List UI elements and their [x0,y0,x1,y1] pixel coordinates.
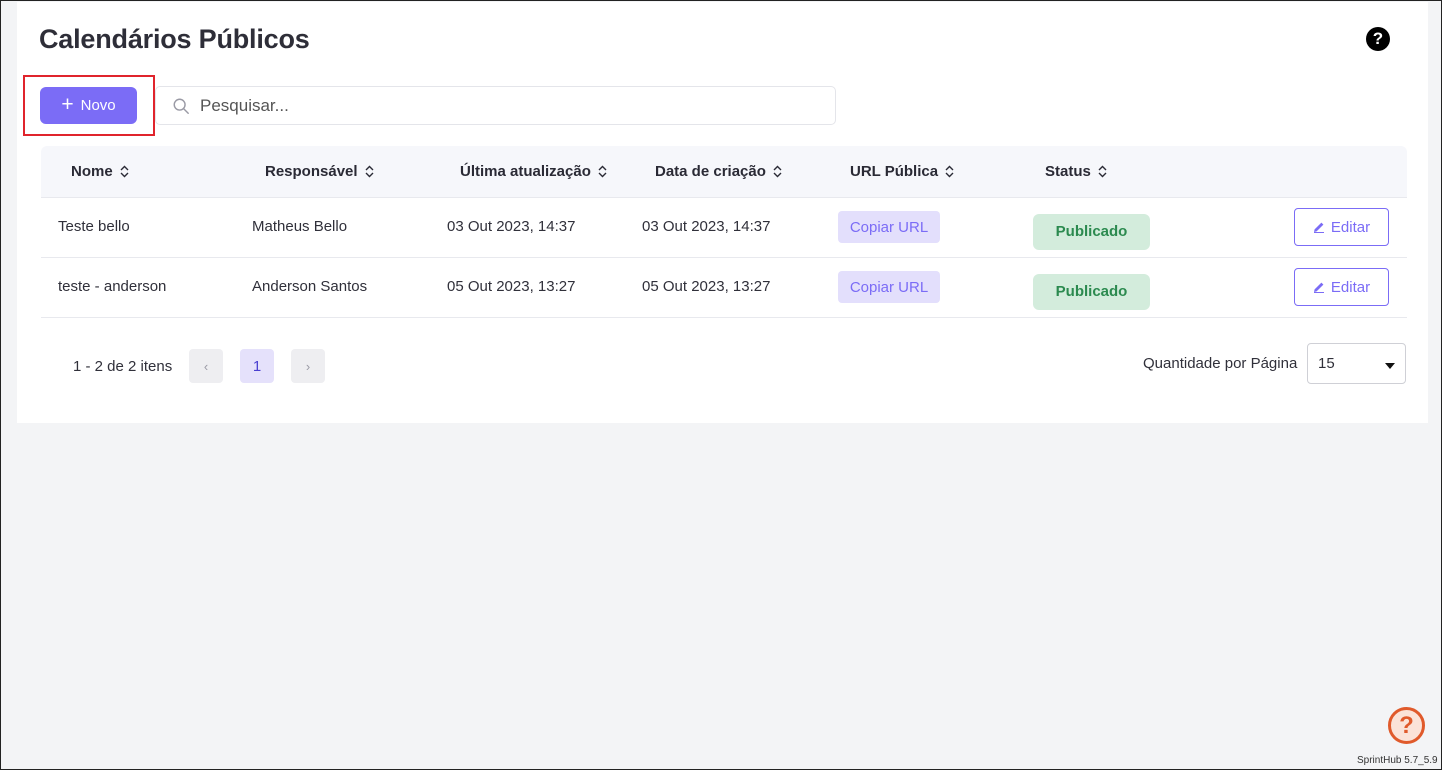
column-label: Responsável [265,163,358,180]
column-header-responsavel[interactable]: Responsável [265,163,375,180]
edit-button[interactable]: Editar [1294,208,1389,246]
column-header-url-publica[interactable]: URL Pública [850,163,955,180]
column-label: Data de criação [655,163,766,180]
page-size-select[interactable]: 15 [1307,343,1406,384]
help-fab-icon[interactable]: ? [1388,707,1425,744]
edit-button[interactable]: Editar [1294,268,1389,306]
sort-icon [945,165,954,178]
table-header: Nome Responsável Última atualização Data… [41,146,1407,198]
sort-icon [365,165,374,178]
chevron-down-icon [1385,363,1395,369]
sort-icon [773,165,782,178]
page-title: Calendários Públicos [39,24,310,54]
new-button-label: Novo [80,97,116,114]
plus-icon: + [61,93,74,116]
sort-icon [1098,165,1107,178]
edit-button-label: Editar [1330,278,1371,296]
pencil-icon [1313,282,1324,293]
sort-icon [598,165,607,178]
version-label: SprintHub 5.7_5.9 [1357,755,1438,766]
prev-page-button[interactable]: ‹ [189,349,223,383]
cell-nome: Teste bello [58,218,130,235]
copy-url-button[interactable]: Copiar URL [838,211,940,243]
column-label: Última atualização [460,163,591,180]
pencil-icon [1313,222,1324,233]
cell-responsavel: Anderson Santos [252,278,368,295]
edit-button-label: Editar [1330,218,1371,236]
cell-responsavel: Matheus Bello [252,218,348,235]
cell-ultima-atualizacao: 03 Out 2023, 14:37 [447,218,576,235]
cell-data-criacao: 05 Out 2023, 13:27 [642,278,771,295]
status-badge: Publicado [1033,274,1150,310]
help-icon[interactable]: ? [1366,27,1390,51]
status-badge: Publicado [1033,214,1150,250]
calendars-table: Nome Responsável Última atualização Data… [41,146,1407,318]
cell-nome: teste - anderson [58,278,167,295]
main-panel: Calendários Públicos ? + Novo Nome Respo… [17,2,1428,423]
search-icon [173,98,189,114]
column-header-data-criacao[interactable]: Data de criação [655,163,783,180]
column-header-status[interactable]: Status [1045,163,1108,180]
page-1-button[interactable]: 1 [240,349,274,383]
search-input[interactable] [200,95,800,116]
table-row: Teste bello Matheus Bello 03 Out 2023, 1… [41,198,1407,258]
next-page-button[interactable]: › [291,349,325,383]
search-box[interactable] [155,86,836,125]
column-header-nome[interactable]: Nome [71,163,130,180]
page-size-value: 15 [1318,355,1335,372]
table-row: teste - anderson Anderson Santos 05 Out … [41,258,1407,318]
cell-data-criacao: 03 Out 2023, 14:37 [642,218,771,235]
pagination-info: 1 - 2 de 2 itens [73,358,173,375]
column-header-ultima-atualizacao[interactable]: Última atualização [460,163,608,180]
copy-url-button[interactable]: Copiar URL [838,271,940,303]
cell-ultima-atualizacao: 05 Out 2023, 13:27 [447,278,576,295]
new-button[interactable]: + Novo [40,87,137,124]
column-label: URL Pública [850,163,939,180]
column-label: Status [1045,163,1091,180]
sort-icon [120,165,129,178]
page-size-label: Quantidade por Página [1143,355,1298,372]
column-label: Nome [71,163,113,180]
